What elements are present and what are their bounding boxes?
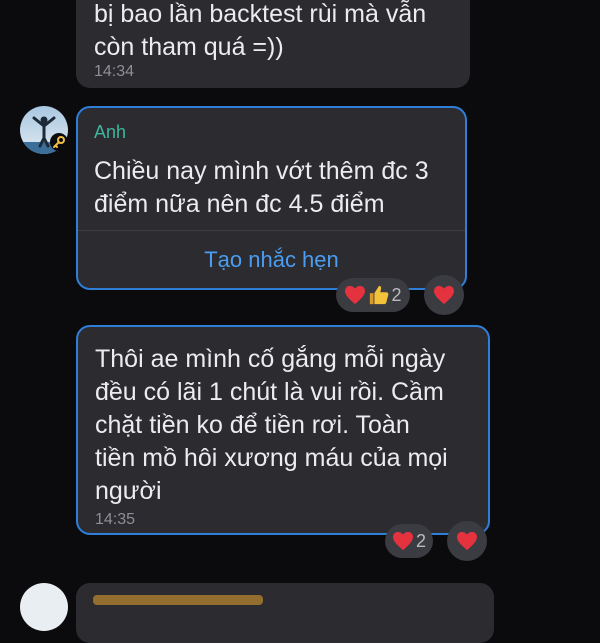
message-bubble-4[interactable] (76, 583, 494, 643)
sender-name[interactable]: Anh (94, 122, 126, 143)
message-line: chặt tiền ko để tiền rơi. Toàn (95, 411, 410, 439)
add-reaction-button[interactable] (424, 275, 464, 315)
divider (78, 230, 465, 231)
create-reminder-button[interactable]: Tạo nhắc hẹn (78, 247, 465, 273)
avatar[interactable] (20, 583, 68, 631)
key-badge-icon (50, 133, 68, 151)
message-bubble-1[interactable]: bị bao lần backtest rùi mà vẫn còn tham … (76, 0, 470, 88)
message-line: bị bao lần backtest rùi mà vẫn (94, 0, 427, 28)
message-bubble-2[interactable]: Anh Chiều nay mình vớt thêm đc 3 điểm nữ… (76, 106, 467, 290)
heart-icon (434, 285, 454, 305)
message-line: người (95, 477, 162, 505)
reaction-count: 2 (415, 530, 426, 551)
sender-name (93, 595, 263, 605)
heart-icon (457, 531, 477, 551)
message-text: Chiều nay mình vớt thêm đc 3 điểm nữa nê… (94, 155, 429, 221)
heart-icon (345, 285, 366, 305)
add-reaction-button[interactable] (447, 521, 487, 561)
message-time: 14:35 (95, 511, 136, 528)
message-text: bị bao lần backtest rùi mà vẫn còn tham … (94, 0, 426, 64)
message-line: Chiều nay mình vớt thêm đc 3 (94, 157, 429, 185)
message-time: 14:34 (94, 63, 135, 80)
message-line: tiền mồ hôi xương máu của mọi (95, 444, 448, 472)
message-line: còn tham quá =)) (94, 33, 284, 61)
reaction-count: 2 (391, 284, 402, 305)
reaction-summary[interactable]: 2 (385, 524, 433, 558)
message-text: Thôi ae mình cố gắng mỗi ngày đều có lãi… (95, 343, 448, 508)
message-bubble-3[interactable]: Thôi ae mình cố gắng mỗi ngày đều có lãi… (76, 325, 490, 535)
message-line: đều có lãi 1 chút là vui rồi. Cầm (95, 378, 444, 406)
thumbs-up-icon (370, 285, 389, 305)
heart-icon (392, 531, 413, 551)
message-line: Thôi ae mình cố gắng mỗi ngày (95, 345, 446, 373)
message-line: điểm nữa nên đc 4.5 điểm (94, 190, 385, 218)
reaction-summary[interactable]: 2 (336, 278, 410, 312)
